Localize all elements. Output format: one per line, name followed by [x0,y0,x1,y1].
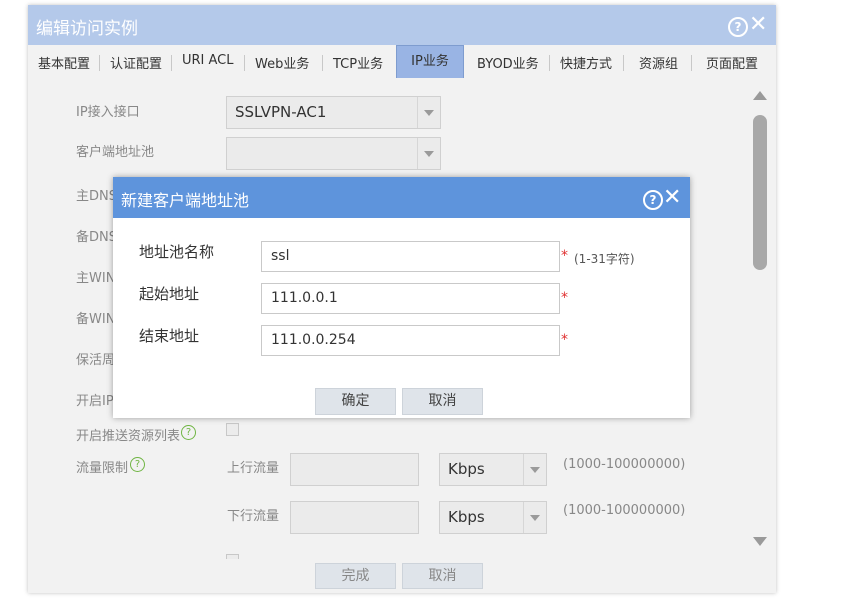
pool-name-hint: (1-31字符) [574,252,635,266]
partial-checkbox[interactable] [226,554,239,559]
tab-resource-group[interactable]: 资源组 [639,53,678,72]
scroll-down-icon[interactable] [753,537,767,546]
uplink-input[interactable] [290,453,419,486]
tab-ip-service[interactable]: IP业务 [396,45,464,78]
question-icon[interactable]: ? [130,457,145,472]
modal-title: 新建客户端地址池 [121,191,250,210]
client-pool-select[interactable] [226,137,441,170]
ip-interface-select[interactable]: SSLVPN-AC1 [226,96,441,129]
new-client-pool-dialog: 新建客户端地址池 ? ✕ 地址池名称 ssl * (1-31字符) 起始地址 1… [113,177,690,418]
help-icon[interactable]: ? [728,17,748,37]
pool-name-input[interactable]: ssl [261,241,560,272]
chevron-down-icon [523,454,546,485]
downlink-range: (1000-100000000) [563,503,686,518]
start-address-value: 111.0.0.1 [271,290,338,306]
tab-divider [244,55,245,71]
tab-divider [549,55,550,71]
ip-interface-value: SSLVPN-AC1 [235,103,327,121]
tab-divider [322,55,323,71]
uplink-unit-value: Kbps [448,460,485,478]
tab-auth-config[interactable]: 认证配置 [110,53,162,72]
chevron-down-icon [417,138,440,169]
start-address-input[interactable]: 111.0.0.1 [261,283,560,314]
modal-titlebar: 新建客户端地址池 ? ✕ [113,177,690,218]
downlink-unit-select[interactable]: Kbps [439,501,547,534]
end-address-value: 111.0.0.254 [271,332,356,348]
dialog-titlebar: 编辑访问实例 ? ✕ [28,5,776,45]
dialog-title: 编辑访问实例 [36,19,138,39]
question-icon[interactable]: ? [181,425,196,440]
scroll-up-icon[interactable] [753,91,767,100]
downlink-label: 下行流量 [227,509,280,524]
close-icon[interactable]: ✕ [663,187,681,209]
tab-divider [171,55,172,71]
downlink-unit-value: Kbps [448,508,485,526]
tab-uri-acl[interactable]: URI ACL [182,53,234,68]
required-mark: * [561,290,568,306]
start-address-label: 起始地址 [139,285,200,303]
tab-web-service[interactable]: Web业务 [255,53,309,72]
scrollbar-thumb[interactable] [753,115,767,270]
cancel-button[interactable]: 取消 [402,563,483,589]
client-pool-label: 客户端地址池 [76,145,155,160]
tab-divider [691,55,692,71]
enable-ip-label: 开启IP [76,394,114,409]
ok-button[interactable]: 确定 [315,388,396,415]
push-resource-checkbox[interactable] [226,423,239,436]
chevron-down-icon [523,502,546,533]
modal-cancel-button[interactable]: 取消 [402,388,483,415]
tab-shortcut[interactable]: 快捷方式 [560,53,612,72]
tab-basic-config[interactable]: 基本配置 [38,53,90,72]
primary-dns-label: 主DNS [76,189,117,204]
downlink-input[interactable] [290,501,419,534]
backup-dns-label: 备DNS [76,230,117,245]
flow-limit-label: 流量限制 [76,461,129,476]
chevron-down-icon [417,97,440,128]
tab-bar: 基本配置 认证配置 URI ACL Web业务 TCP业务 IP业务 BYOD业… [28,45,776,79]
uplink-unit-select[interactable]: Kbps [439,453,547,486]
tab-tcp-service[interactable]: TCP业务 [333,53,383,72]
end-address-label: 结束地址 [139,327,200,345]
tab-page-config[interactable]: 页面配置 [706,53,758,72]
uplink-range: (1000-100000000) [563,457,686,472]
tab-byod-service[interactable]: BYOD业务 [477,53,539,72]
backup-wins-label: 备WIN [76,312,116,327]
finish-button[interactable]: 完成 [315,563,396,589]
tab-divider [99,55,100,71]
help-icon[interactable]: ? [643,190,663,210]
end-address-input[interactable]: 111.0.0.254 [261,325,560,356]
pool-name-label: 地址池名称 [139,243,215,261]
required-mark: * [561,332,568,348]
pool-name-value: ssl [271,248,290,264]
push-resource-label: 开启推送资源列表 [76,429,181,444]
required-mark: * [561,248,568,264]
tab-divider [623,55,624,71]
keepalive-label: 保活周 [76,353,116,368]
vertical-scrollbar[interactable] [752,85,768,546]
close-icon[interactable]: ✕ [749,14,767,36]
ip-interface-label: IP接入接口 [76,105,140,120]
primary-wins-label: 主WIN [76,271,116,286]
uplink-label: 上行流量 [227,461,280,476]
